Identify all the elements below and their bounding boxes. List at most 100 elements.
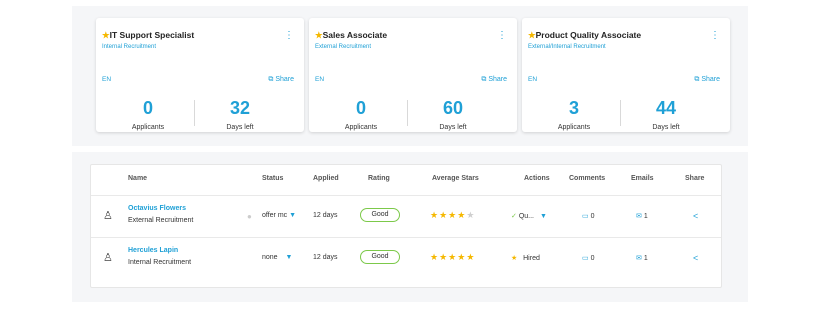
star-icon: ★ [457, 252, 467, 262]
share-link[interactable]: ⧉ Share [694, 76, 720, 84]
column-header-rating[interactable]: Rating [368, 175, 390, 182]
job-card[interactable]: ★IT Support Specialist Internal Recruitm… [96, 18, 304, 132]
star-icon: ★ [430, 210, 440, 220]
column-header-emails[interactable]: Emails [631, 175, 654, 182]
row-divider [91, 237, 721, 238]
status-select[interactable]: offer mc ▼ [262, 212, 296, 219]
action-value: Qu... [518, 213, 535, 220]
job-recruitment-type: External/Internal Recruitment [528, 44, 606, 50]
emails-button[interactable]: ✉ 1 [636, 212, 648, 220]
column-header-actions[interactable]: Actions [524, 175, 550, 182]
star-icon: ★ [466, 252, 476, 262]
star-icon: ★ [315, 30, 323, 40]
chevron-down-icon: ▼ [289, 212, 297, 219]
emails-button[interactable]: ✉ 1 [636, 254, 648, 262]
candidate-name[interactable]: Octavius Flowers [128, 205, 186, 212]
header-divider [91, 195, 721, 196]
star-icon: ★ [102, 30, 110, 40]
share-label: Share [701, 76, 720, 83]
share-nodes-icon[interactable]: < [693, 253, 698, 263]
column-header-share[interactable]: Share [685, 175, 704, 182]
column-header-name[interactable]: Name [128, 175, 147, 182]
card-divider [194, 100, 195, 126]
star-icon: ★ [511, 255, 518, 262]
comment-icon: ▭ [582, 255, 589, 262]
action-status[interactable]: ★ Hired [511, 254, 540, 262]
rating-badge[interactable]: Good [360, 250, 400, 264]
days-left-label: Days left [439, 124, 467, 131]
star-icon: ★ [439, 210, 449, 220]
applicants-table: Name Status Applied Rating Average Stars… [90, 164, 722, 288]
comment-icon: ▭ [582, 213, 589, 220]
status-select[interactable]: none ▼ [262, 254, 292, 261]
days-left-label: Days left [226, 124, 254, 131]
action-select[interactable]: ✓ Qu... ▼ [511, 212, 547, 220]
applied-value: 12 days [313, 212, 338, 219]
star-icon: ★ [528, 30, 536, 40]
candidate-recruitment: Internal Recruitment [128, 259, 192, 266]
job-language: EN [102, 76, 112, 83]
check-icon: ✓ [511, 213, 517, 220]
comments-button[interactable]: ▭ 0 [582, 212, 594, 220]
status-value: offer mc [262, 212, 288, 219]
kebab-menu-icon[interactable]: ⋮ [497, 30, 507, 41]
candidate-name[interactable]: Hercules Lapin [128, 247, 178, 254]
applicants-panel: Name Status Applied Rating Average Stars… [72, 152, 748, 302]
job-cards-panel: ★IT Support Specialist Internal Recruitm… [72, 6, 748, 146]
emails-count: 1 [643, 255, 648, 262]
card-divider [407, 100, 408, 126]
chevron-down-icon: ▼ [285, 254, 293, 261]
comments-button[interactable]: ▭ 0 [582, 254, 594, 262]
job-title[interactable]: ★Product Quality Associate [528, 30, 641, 41]
external-link-icon: ⧉ [694, 76, 700, 83]
job-title-text[interactable]: IT Support Specialist [110, 30, 195, 40]
job-title-text[interactable]: Sales Associate [323, 30, 387, 40]
status-dot-icon: ● [247, 212, 252, 221]
days-left-count: 60 [442, 98, 464, 118]
share-nodes-icon[interactable]: < [693, 211, 698, 221]
days-left-count: 32 [229, 98, 251, 118]
job-card[interactable]: ★Product Quality Associate External/Inte… [522, 18, 730, 132]
share-label: Share [488, 76, 507, 83]
kebab-menu-icon[interactable]: ⋮ [710, 30, 720, 41]
share-label: Share [275, 76, 294, 83]
applied-value: 12 days [313, 254, 338, 261]
job-language: EN [315, 76, 325, 83]
emails-count: 1 [643, 213, 648, 220]
star-icon: ★ [466, 210, 476, 220]
column-header-status[interactable]: Status [262, 175, 283, 182]
status-value: none [262, 254, 278, 261]
applicants-label: Applicants [344, 124, 378, 131]
card-divider [620, 100, 621, 126]
job-card[interactable]: ★Sales Associate External Recruitment ⋮ … [309, 18, 517, 132]
applicants-count: 0 [355, 98, 366, 118]
applicants-count: 3 [568, 98, 579, 118]
comments-count: 0 [590, 213, 595, 220]
job-language: EN [528, 76, 538, 83]
job-recruitment-type: Internal Recruitment [102, 44, 157, 50]
job-title-text[interactable]: Product Quality Associate [536, 30, 642, 40]
average-stars: ★★★★★ [430, 210, 475, 221]
user-icon: ♙ [103, 252, 113, 264]
user-icon: ♙ [103, 210, 113, 222]
rating-badge[interactable]: Good [360, 208, 400, 222]
star-icon: ★ [448, 210, 458, 220]
external-link-icon: ⧉ [481, 76, 487, 83]
star-icon: ★ [448, 252, 458, 262]
comments-count: 0 [590, 255, 595, 262]
share-link[interactable]: ⧉ Share [481, 76, 507, 84]
days-left-count: 44 [655, 98, 677, 118]
share-link[interactable]: ⧉ Share [268, 76, 294, 84]
applicants-label: Applicants [131, 124, 165, 131]
job-title[interactable]: ★Sales Associate [315, 30, 387, 41]
kebab-menu-icon[interactable]: ⋮ [284, 30, 294, 41]
job-title[interactable]: ★IT Support Specialist [102, 30, 194, 41]
job-recruitment-type: External Recruitment [315, 44, 372, 50]
column-header-comments[interactable]: Comments [569, 175, 605, 182]
chevron-down-icon: ▼ [539, 213, 547, 220]
column-header-average-stars[interactable]: Average Stars [432, 175, 479, 182]
applicants-label: Applicants [557, 124, 591, 131]
column-header-applied[interactable]: Applied [313, 175, 339, 182]
star-icon: ★ [439, 252, 449, 262]
average-stars: ★★★★★ [430, 252, 475, 263]
